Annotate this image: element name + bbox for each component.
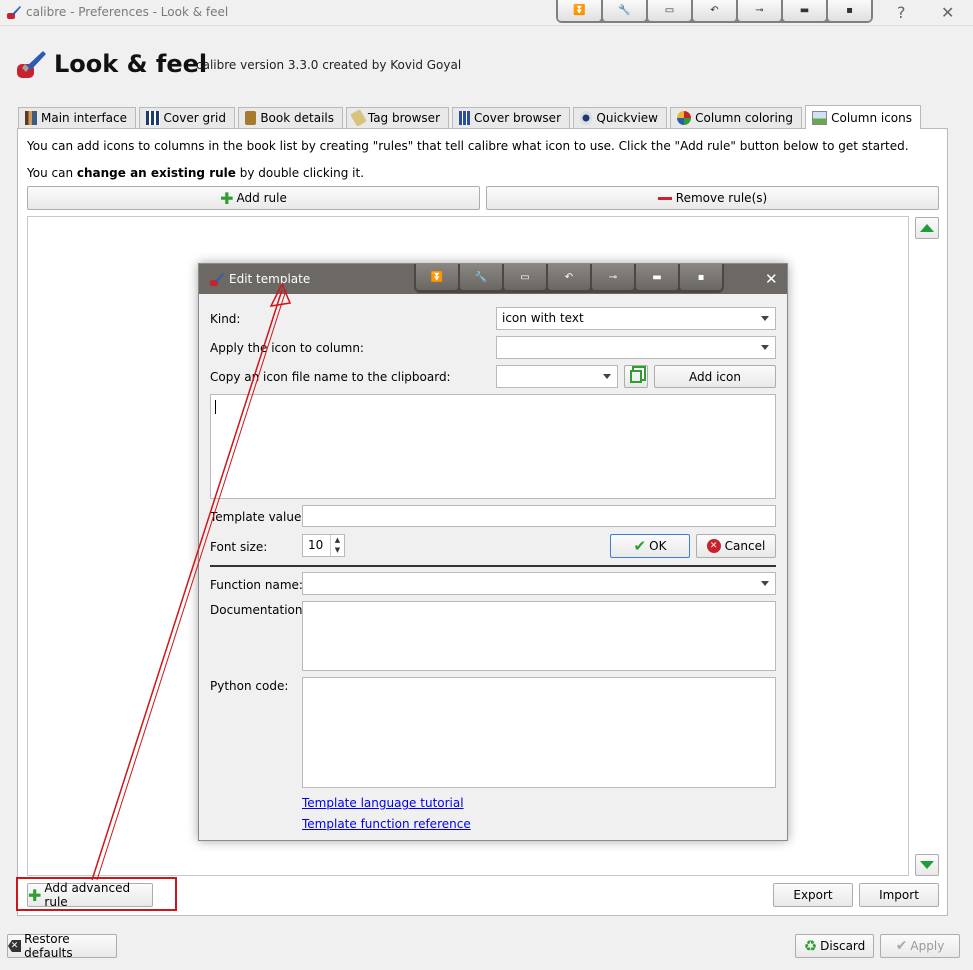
move-up-button[interactable] [915,217,939,239]
arrow-up-icon [920,224,934,232]
pin-icon[interactable]: ⊸ [592,264,634,290]
discard-button[interactable]: ♻ Discard [795,934,874,958]
ok-button[interactable]: ✔ OK [610,534,690,558]
covers-icon [459,111,471,125]
template-value-field[interactable] [302,505,776,527]
recycle-icon: ♻ [803,937,818,955]
plus-icon: ✚ [220,188,234,208]
minimize-icon[interactable]: ▬ [783,0,826,21]
restore-icon[interactable]: ▪ [828,0,871,21]
column-select[interactable] [496,336,776,359]
page-title: Look & feel [54,50,208,78]
font-size-spinbox[interactable]: 10 ▲ ▼ [302,534,345,557]
icon-file-select[interactable] [496,365,618,388]
collapse-icon[interactable]: ⏬ [558,0,601,21]
clear-icon: ✕ [8,940,22,952]
dialog-close-icon[interactable]: ✕ [765,270,778,288]
cancel-icon: ✕ [706,539,721,553]
spin-arrows-icon[interactable]: ▲ ▼ [330,535,344,556]
function-name-select[interactable] [302,572,776,595]
tab-cover-grid[interactable]: Cover grid [139,107,235,128]
minimize-icon[interactable]: ▬ [636,264,678,290]
chevron-down-icon [761,581,769,586]
paintbrush-icon [17,51,46,78]
book-icon [245,111,257,125]
copy-icon [630,370,642,383]
tab-main-interface[interactable]: Main interface [18,107,136,128]
minus-icon [657,196,672,200]
calibre-app-icon [7,6,21,19]
annotation-highlight-box [16,877,177,911]
eye-icon [580,111,593,125]
window-icon[interactable]: ▭ [504,264,546,290]
apply-column-label: Apply the icon to column: [210,341,364,355]
template-editor[interactable] [210,394,776,499]
kind-label: Kind: [210,312,241,326]
help-button[interactable]: ? [897,3,906,22]
import-button[interactable]: Import [859,883,939,907]
intro-text: You can add icons to columns in the book… [27,139,909,153]
pin-icon[interactable]: ⊸ [738,0,781,21]
books-icon [25,111,38,125]
template-value-label: Template value: [210,510,306,524]
undo-icon[interactable]: ↶ [693,0,736,21]
remove-rule-button[interactable]: Remove rule(s) [486,186,939,210]
export-button[interactable]: Export [773,883,853,907]
move-down-button[interactable] [915,854,939,876]
add-rule-button[interactable]: ✚ Add rule [27,186,480,210]
apply-button[interactable]: ✔ Apply [880,934,960,958]
separator [210,565,776,567]
tab-book-details[interactable]: Book details [238,107,343,128]
tab-cover-browser[interactable]: Cover browser [452,107,570,128]
checkmark-icon: ✔ [895,938,908,954]
palette-icon [677,111,692,125]
tab-column-icons[interactable]: Column icons [805,105,921,129]
dialog-titlebar: Edit template ⏬ 🔧 ▭ ↶ ⊸ ▬ ▪ ✕ [199,264,787,294]
tab-tag-browser[interactable]: Tag browser [346,107,449,128]
tag-icon [350,109,367,127]
window-toolbar: ⏬ 🔧 ▭ ↶ ⊸ ▬ ▪ [556,0,873,23]
calibre-app-icon [210,273,224,286]
undo-icon[interactable]: ↶ [548,264,590,290]
kind-select[interactable]: icon with text [496,307,776,330]
copy-icon-label: Copy an icon file name to the clipboard: [210,370,451,384]
documentation-label: Documentation: [210,603,307,617]
arrow-down-icon [920,861,934,869]
restore-icon[interactable]: ▪ [680,264,722,290]
collapse-icon[interactable]: ⏬ [416,264,458,290]
close-button[interactable]: ✕ [941,3,954,22]
add-icon-button[interactable]: Add icon [654,365,776,388]
font-size-label: Font size: [210,540,268,554]
grid-icon [146,111,160,125]
wrench-icon[interactable]: 🔧 [460,264,502,290]
template-tutorial-link[interactable]: Template language tutorial [302,796,464,810]
dialog-toolbar: ⏬ 🔧 ▭ ↶ ⊸ ▬ ▪ [414,264,724,293]
tab-column-coloring[interactable]: Column coloring [670,107,802,128]
python-code-field[interactable] [302,677,776,788]
wrench-icon[interactable]: 🔧 [603,0,646,21]
window-icon[interactable]: ▭ [648,0,691,21]
intro-hint: You can change an existing rule by doubl… [27,166,365,180]
chevron-down-icon [603,374,611,379]
chevron-down-icon [761,345,769,350]
copy-to-clipboard-button[interactable] [624,365,648,388]
edit-template-dialog: Edit template ⏬ 🔧 ▭ ↶ ⊸ ▬ ▪ ✕ Kind: icon… [198,263,788,841]
cancel-button[interactable]: ✕ Cancel [696,534,776,558]
checkmark-icon: ✔ [633,537,647,555]
image-icon [812,110,828,125]
chevron-down-icon [761,316,769,321]
documentation-field[interactable] [302,601,776,671]
text-cursor [215,400,216,414]
tab-quickview[interactable]: Quickview [573,107,667,128]
window-titlebar: calibre - Preferences - Look & feel ⏬ 🔧 … [0,0,973,26]
restore-defaults-button[interactable]: ✕ Restore defaults [7,932,117,960]
window-title: calibre - Preferences - Look & feel [26,5,229,19]
dialog-title: Edit template [229,272,311,286]
version-text: calibre version 3.3.0 created by Kovid G… [196,58,462,72]
template-reference-link[interactable]: Template function reference [302,817,471,831]
python-code-label: Python code: [210,679,289,693]
function-name-label: Function name: [210,578,303,592]
